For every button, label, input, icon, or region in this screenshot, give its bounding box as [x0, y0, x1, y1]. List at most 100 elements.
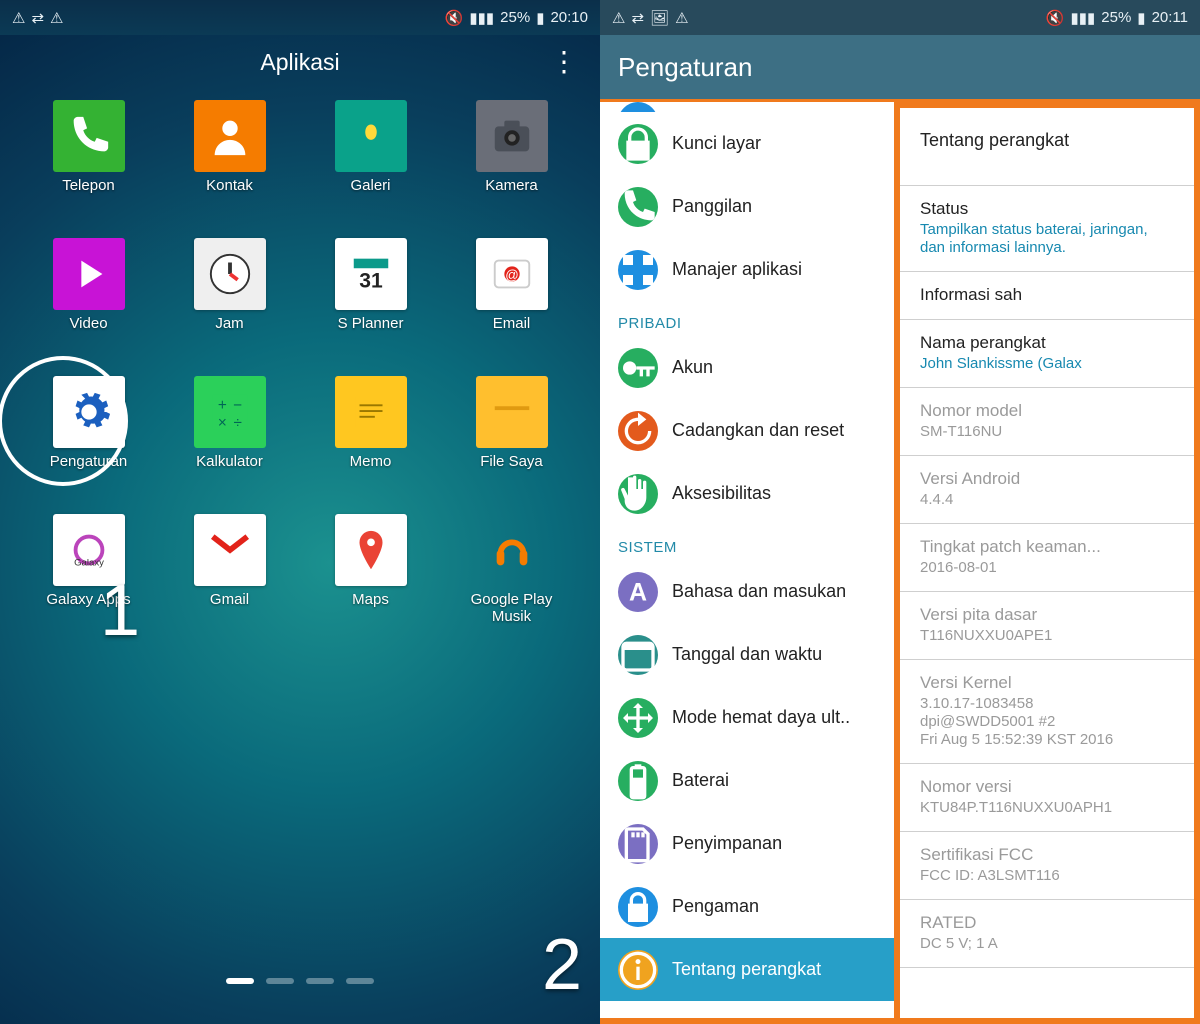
about-item-label: Status — [920, 199, 1174, 219]
app-label: S Planner — [338, 315, 404, 332]
about-device-panel: Tentang perangkat StatusTampilkan status… — [900, 102, 1200, 1024]
warning-icon: ⚠ — [50, 9, 63, 27]
app-kalkulator[interactable]: +−×÷Kalkulator — [159, 376, 300, 514]
about-item-value: SM-T116NU — [920, 423, 1174, 441]
about-item-label: Nama perangkat — [920, 333, 1174, 353]
settings-item-label: Akun — [672, 357, 713, 378]
svg-text:÷: ÷ — [233, 414, 241, 431]
apps-grid: Telepon Kontak Galeri Kamera Video Jam 31S Pla… — [0, 90, 600, 652]
about-item-label: RATED — [920, 913, 1174, 933]
settings-item-tanggal-dan-waktu[interactable]: Tanggal dan waktu — [600, 623, 894, 686]
settings-item-cadangkan-dan-reset[interactable]: Cadangkan dan reset — [600, 399, 894, 462]
settings-item-pengaman[interactable]: Pengaman — [600, 875, 894, 938]
app-label: Google Play Musik — [471, 591, 553, 626]
about-item-sertifikasi-fcc: Sertifikasi FCCFCC ID: A3LSMT116 — [900, 832, 1194, 900]
settings-item-bahasa-dan-masukan[interactable]: ABahasa dan masukan — [600, 560, 894, 623]
signal-icon: ▮▮▮ — [1071, 9, 1096, 27]
email-icon: @ — [476, 238, 548, 310]
about-item-value: FCC ID: A3LSMT116 — [920, 867, 1174, 885]
step-number-2: 2 — [542, 924, 582, 1006]
app-telepon[interactable]: Telepon — [18, 100, 159, 238]
music-icon — [476, 514, 548, 586]
pager-dots[interactable] — [226, 978, 374, 984]
settings-section-header: SISTEM — [600, 525, 894, 560]
apps-header: Aplikasi ⋮ — [0, 35, 600, 90]
folder-icon — [476, 376, 548, 448]
app-label: Gmail — [210, 591, 249, 608]
app-video[interactable]: Video — [18, 238, 159, 376]
gallery-icon — [335, 100, 407, 172]
app-label: Kontak — [206, 177, 253, 194]
lock2-icon — [618, 887, 658, 927]
about-item-label: Versi pita dasar — [920, 605, 1174, 625]
key-icon — [618, 348, 658, 388]
about-item-status[interactable]: StatusTampilkan status baterai, jaringan… — [900, 186, 1194, 272]
app-label: Video — [69, 315, 107, 332]
app-pengaturan[interactable]: Pengaturan — [18, 376, 159, 514]
about-item-nama-perangkat[interactable]: Nama perangkat John Slankissme (Galax — [900, 320, 1194, 388]
settings-item-label: Tentang perangkat — [672, 959, 821, 980]
app-email[interactable]: @Email — [441, 238, 582, 376]
phone-icon — [53, 100, 125, 172]
settings-item-label: Manajer aplikasi — [672, 259, 802, 280]
settings-item-baterai[interactable]: Baterai — [600, 749, 894, 812]
svg-text:+: + — [217, 397, 226, 414]
settings-item-aksesibilitas[interactable]: Aksesibilitas — [600, 462, 894, 525]
about-item-label: Versi Android — [920, 469, 1174, 489]
battery-pct: 25% — [1101, 9, 1131, 26]
app-kontak[interactable]: Kontak — [159, 100, 300, 238]
pane-settings: ⚠ ⇄ 🖼 ⚠ 🔇 ▮▮▮ 25% ▮ 20:11 Pengaturan Kun… — [600, 0, 1200, 1024]
mute-icon: 🔇 — [1046, 9, 1065, 27]
app-label: Memo — [350, 453, 392, 470]
app-label: Galeri — [350, 177, 390, 194]
app-maps[interactable]: Maps — [300, 514, 441, 652]
settings-item-manajer-aplikasi[interactable]: Manajer aplikasi — [600, 238, 894, 301]
settings-item-kunci-layar[interactable]: Kunci layar — [600, 112, 894, 175]
settings-item-label: Kunci layar — [672, 133, 761, 154]
app-gmail[interactable]: Gmail — [159, 514, 300, 652]
step-number-1: 1 — [100, 570, 140, 652]
contact-icon — [194, 100, 266, 172]
app-jam[interactable]: Jam — [159, 238, 300, 376]
svg-text:Galaxy: Galaxy — [74, 557, 104, 568]
settings-item-penyimpanan[interactable]: Penyimpanan — [600, 812, 894, 875]
about-title: Tentang perangkat — [900, 108, 1194, 186]
settings-item-akun[interactable]: Akun — [600, 336, 894, 399]
svg-text:A: A — [629, 578, 647, 606]
about-item-value: John Slankissme (Galax — [920, 355, 1174, 373]
settings-item-label: Penyimpanan — [672, 833, 782, 854]
more-icon[interactable]: ⋮ — [550, 45, 578, 78]
settings-item-panggilan[interactable]: Panggilan — [600, 175, 894, 238]
app-file-saya[interactable]: File Saya — [441, 376, 582, 514]
app-galeri[interactable]: Galeri — [300, 100, 441, 238]
gmail-icon — [194, 514, 266, 586]
about-item-value: Tampilkan status baterai, jaringan, dan … — [920, 221, 1174, 257]
settings-title: Pengaturan — [618, 52, 752, 83]
signal-icon: ▮▮▮ — [469, 9, 494, 27]
app-s-planner[interactable]: 31S Planner — [300, 238, 441, 376]
maps-icon — [335, 514, 407, 586]
app-memo[interactable]: Memo — [300, 376, 441, 514]
svg-text:−: − — [233, 397, 242, 414]
about-item-tingkat-patch-keaman: Tingkat patch keaman...2016-08-01 — [900, 524, 1194, 592]
settings-item-mode-hemat-daya-ult[interactable]: Mode hemat daya ult.. — [600, 686, 894, 749]
sync-icon: ⇄ — [631, 9, 644, 27]
about-item-value: 3.10.17-1083458 dpi@SWDD5001 #2 Fri Aug … — [920, 695, 1174, 749]
app-label: Jam — [215, 315, 243, 332]
app-kamera[interactable]: Kamera — [441, 100, 582, 238]
app-google-play-musik[interactable]: Google Play Musik — [441, 514, 582, 652]
status-bar-left: ⚠ ⇄ ⚠ 🔇 ▮▮▮ 25% ▮ 20:10 — [0, 0, 600, 35]
about-item-informasi-sah[interactable]: Informasi sah — [900, 272, 1194, 320]
about-item-label: Tingkat patch keaman... — [920, 537, 1174, 557]
about-item-value: T116NUXXU0APE1 — [920, 627, 1174, 645]
date-icon — [618, 635, 658, 675]
camera-icon — [476, 100, 548, 172]
about-item-value: DC 5 V; 1 A — [920, 935, 1174, 953]
settings-header: Pengaturan — [600, 35, 1200, 102]
lang-icon: A — [618, 572, 658, 612]
app-label: File Saya — [480, 453, 543, 470]
settings-item-tentang-perangkat[interactable]: Tentang perangkat — [600, 938, 894, 1001]
info-icon — [618, 950, 658, 990]
settings-item-label: Pengaman — [672, 896, 759, 917]
about-item-versi-pita-dasar: Versi pita dasar T116NUXXU0APE1 — [900, 592, 1194, 660]
